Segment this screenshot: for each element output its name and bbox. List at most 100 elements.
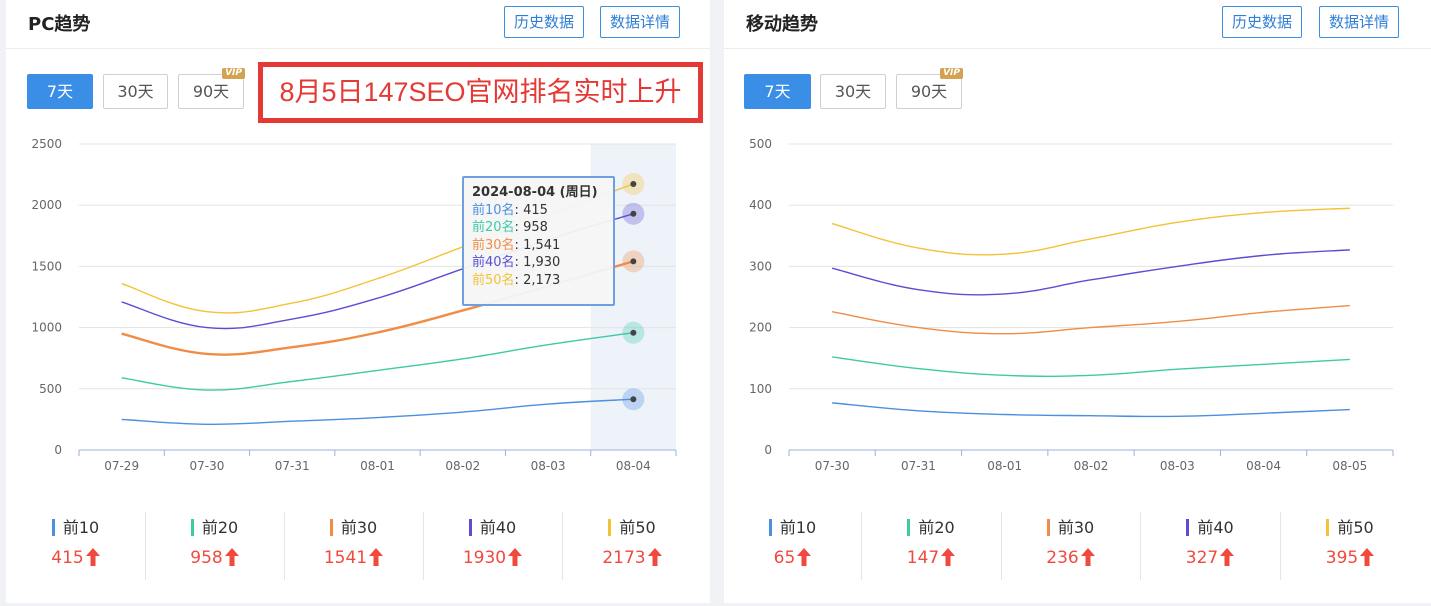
x-tick-label: 07-31 <box>901 459 936 473</box>
tooltip-date: 2024-08-04 (周日) <box>472 185 598 200</box>
stat-value: 395 <box>1325 548 1359 568</box>
tooltip-row: 前20名: 958 <box>472 220 548 236</box>
x-tick-label: 08-01 <box>360 459 395 473</box>
y-tick-label: 500 <box>749 137 772 151</box>
data-details-button[interactable]: 数据详情 <box>600 6 681 38</box>
range-90-days-label: 90天 <box>192 82 230 101</box>
tooltip-series-value: 1,541 <box>523 237 561 253</box>
series-line-前20 <box>121 332 634 391</box>
panel-header: PC趋势 历史数据 数据详情 <box>6 0 710 49</box>
data-point <box>630 329 637 336</box>
data-point <box>630 210 637 217</box>
vip-badge: VIP <box>940 68 963 79</box>
y-tick-label: 1000 <box>31 321 62 335</box>
range-90-days-button[interactable]: 90天 VIP <box>896 68 963 109</box>
series-color-marker <box>1326 519 1330 536</box>
summary-stats: 前10 65 前20 147 前30 236 前40 327 前50 395 <box>724 506 1431 582</box>
stat-value: 2173 <box>602 548 646 568</box>
x-tick-label: 08-05 <box>1332 459 1367 473</box>
tooltip-series-name: 前10名 <box>472 202 515 218</box>
vip-badge: VIP <box>222 68 245 79</box>
series-line-前10 <box>121 398 634 426</box>
stat-label: 前20 <box>918 518 955 537</box>
stat-top10: 前10 65 <box>724 506 861 582</box>
up-arrow-icon <box>369 548 384 566</box>
x-tick-label: 07-30 <box>815 459 850 473</box>
x-tick-label: 08-03 <box>531 459 566 473</box>
stat-top30: 前30 1541 <box>284 506 423 582</box>
stat-value: 236 <box>1046 548 1079 568</box>
data-details-button[interactable]: 数据详情 <box>1319 6 1400 38</box>
x-tick-label: 08-01 <box>987 459 1022 473</box>
y-tick-label: 2500 <box>31 137 62 151</box>
data-point <box>630 396 637 403</box>
up-arrow-icon <box>941 548 956 566</box>
stat-top30: 前30 236 <box>1001 506 1140 582</box>
chart-tooltip: 2024-08-04 (周日) 前10名: 415 前20名: 958 前30名… <box>462 176 615 306</box>
stat-top10: 前10 415 <box>6 506 145 582</box>
panel-header: 移动趋势 历史数据 数据详情 <box>724 0 1431 49</box>
stat-label: 前40 <box>1197 518 1234 537</box>
series-color-marker <box>608 519 612 536</box>
series-color-marker <box>190 519 194 536</box>
stat-value: 327 <box>1185 548 1219 568</box>
y-tick-label: 100 <box>749 382 772 396</box>
y-tick-label: 2000 <box>31 198 62 212</box>
y-tick-label: 0 <box>54 443 62 457</box>
tooltip-series-name: 前40名 <box>472 255 515 271</box>
stat-top50: 前50 2173 <box>562 506 702 582</box>
series-color-marker <box>1046 519 1050 536</box>
stat-label: 前50 <box>619 518 656 537</box>
y-tick-label: 400 <box>749 198 772 212</box>
x-tick-label: 07-29 <box>104 459 139 473</box>
tooltip-row: 前40名: 1,930 <box>472 255 561 271</box>
y-tick-label: 1500 <box>31 259 62 273</box>
y-tick-label: 300 <box>749 259 772 273</box>
stat-value: 415 <box>51 548 84 568</box>
up-arrow-icon <box>1220 548 1235 566</box>
range-30-days-button[interactable]: 30天 <box>820 74 886 109</box>
stat-value: 1930 <box>462 548 507 568</box>
tooltip-series-value: 415 <box>523 202 548 218</box>
tooltip-series-name: 前20名 <box>472 220 515 236</box>
history-data-button[interactable]: 历史数据 <box>1222 6 1303 38</box>
x-tick-label: 08-02 <box>445 459 480 473</box>
series-line-前30 <box>832 304 1350 335</box>
y-tick-label: 200 <box>749 321 772 335</box>
series-color-marker <box>468 519 472 536</box>
range-30-days-button[interactable]: 30天 <box>103 74 168 109</box>
stat-top50: 前50 395 <box>1280 506 1420 582</box>
stat-label: 前40 <box>479 518 517 537</box>
pc-trend-panel: PC趋势 历史数据 数据详情 7天 30天 90天 VIP 8月5日147SEO… <box>6 0 710 603</box>
stat-label: 前30 <box>340 518 378 537</box>
tooltip-row: 前30名: 1,541 <box>472 237 561 253</box>
stat-value: 65 <box>773 548 796 568</box>
panel-title: PC趋势 <box>28 14 91 35</box>
x-tick-label: 08-04 <box>1246 459 1281 473</box>
mobile-trend-chart[interactable]: 0 100 200 300 400 500 07-30 07-31 08-01 08-02 08-0… <box>724 128 1431 478</box>
stat-top40: 前40 327 <box>1140 506 1280 582</box>
stat-top20: 前20 958 <box>145 506 284 582</box>
x-tick-label: 08-02 <box>1074 459 1109 473</box>
range-90-days-button[interactable]: 90天 VIP <box>178 68 245 109</box>
stat-value: 147 <box>906 548 940 568</box>
range-7-days-button[interactable]: 7天 <box>27 74 93 109</box>
tooltip-series-value: 958 <box>523 220 548 236</box>
announcement-banner: 8月5日147SEO官网排名实时上升 <box>258 62 703 123</box>
history-data-button[interactable]: 历史数据 <box>504 6 585 38</box>
tooltip-row: 前50名: 2,173 <box>472 272 561 288</box>
stat-label: 前50 <box>1337 518 1374 537</box>
up-arrow-icon <box>508 548 523 566</box>
series-line-前20 <box>832 356 1350 377</box>
x-tick-label: 07-30 <box>189 459 224 473</box>
stat-label: 前30 <box>1057 518 1095 537</box>
up-arrow-icon <box>797 548 812 566</box>
series-line-前50 <box>831 207 1350 256</box>
series-color-marker <box>51 519 55 536</box>
x-tick-label: 08-04 <box>616 459 651 473</box>
up-arrow-icon <box>224 548 239 566</box>
summary-stats: 前10 415 前20 958 前30 1541 前40 1930 前50 21… <box>6 506 710 582</box>
series-line-前40 <box>831 249 1350 296</box>
range-7-days-button[interactable]: 7天 <box>744 74 811 109</box>
range-90-days-label: 90天 <box>910 82 948 101</box>
